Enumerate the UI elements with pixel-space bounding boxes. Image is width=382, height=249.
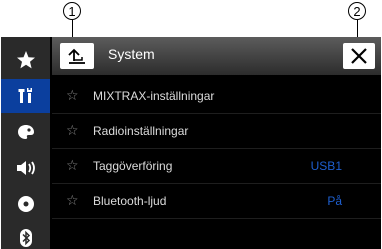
sidebar-theme-button[interactable] — [1, 115, 50, 149]
menu-item-value: På — [327, 194, 342, 208]
close-button[interactable] — [343, 43, 375, 69]
favorite-star-icon[interactable]: ☆ — [66, 88, 79, 104]
star-icon — [16, 51, 35, 69]
disc-icon — [17, 196, 34, 212]
menu-item-bluetooth-audio[interactable]: ☆ Bluetooth-ljud På — [52, 184, 381, 219]
sidebar-settings-button[interactable] — [1, 79, 50, 113]
menu-item-label: Taggöverföring — [93, 159, 173, 173]
page-title: System — [108, 46, 155, 62]
favorite-star-icon[interactable]: ☆ — [66, 123, 79, 139]
menu-item-label: Radioinställningar — [93, 124, 189, 138]
sidebar-favorites-button[interactable] — [1, 43, 50, 77]
bluetooth-icon — [19, 229, 32, 247]
callout-1-line — [72, 20, 73, 38]
menu-item-value: USB1 — [310, 159, 342, 173]
callout-2-line — [357, 20, 358, 38]
palette-icon — [17, 125, 34, 139]
sidebar-source-button[interactable] — [1, 187, 50, 221]
speaker-icon — [16, 161, 35, 175]
menu-item-radio[interactable]: ☆ Radioinställningar — [52, 114, 381, 149]
sidebar-bluetooth-button[interactable] — [1, 221, 50, 249]
menu-item-label: Bluetooth-ljud — [93, 194, 167, 208]
menu-item-mixtrax[interactable]: ☆ MIXTRAX-inställningar — [52, 79, 381, 114]
menu-item-tag-transfer[interactable]: ☆ Taggöverföring USB1 — [52, 149, 381, 184]
header-bar: System — [52, 37, 381, 75]
tools-icon — [18, 88, 32, 103]
favorite-star-icon[interactable]: ☆ — [66, 193, 79, 209]
sidebar-audio-button[interactable] — [1, 151, 50, 185]
settings-menu-list: ☆ MIXTRAX-inställningar ☆ Radioinställni… — [52, 79, 381, 219]
back-button[interactable] — [60, 43, 94, 69]
head-unit-screen: System ☆ MIXTRAX-inställningar ☆ Radioin… — [1, 37, 381, 249]
callout-1: 1 — [63, 2, 81, 20]
sidebar — [1, 37, 50, 249]
close-icon — [351, 48, 367, 64]
callout-2: 2 — [348, 2, 366, 20]
favorite-star-icon[interactable]: ☆ — [66, 158, 79, 174]
back-arrow-icon — [68, 48, 85, 64]
menu-item-label: MIXTRAX-inställningar — [93, 89, 215, 103]
